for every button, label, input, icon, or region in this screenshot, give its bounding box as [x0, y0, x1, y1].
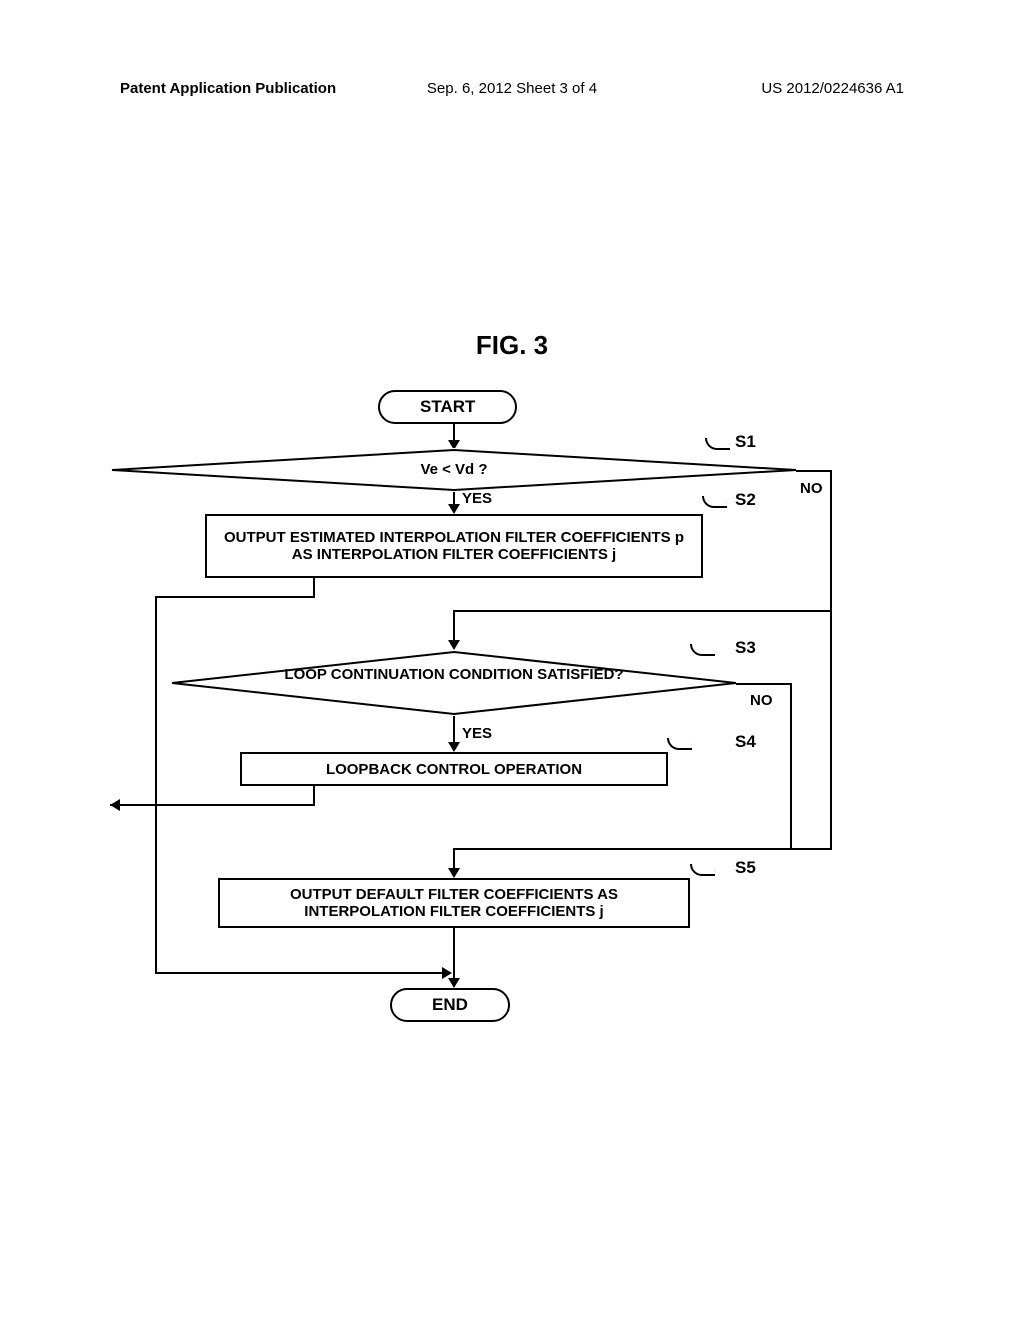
s3-no: NO — [750, 692, 773, 709]
header-publication: Patent Application Publication — [120, 80, 336, 97]
start-terminator: START — [378, 390, 517, 424]
s2-label: S2 — [735, 490, 756, 510]
s4-text: LOOPBACK CONTROL OPERATION — [326, 761, 582, 778]
s5-label: S5 — [735, 858, 756, 878]
flowchart: START Ve < Vd ? S1 YES NO OUTPUT ESTIMAT… — [110, 390, 900, 1010]
arrow-line — [313, 578, 315, 598]
s2-process: OUTPUT ESTIMATED INTERPOLATION FILTER CO… — [205, 514, 703, 578]
s3-text: LOOP CONTINUATION CONDITION SATISFIED? — [170, 666, 738, 683]
figure-title: FIG. 3 — [476, 330, 548, 361]
arrow-line — [454, 610, 832, 612]
s5-text: OUTPUT DEFAULT FILTER COEFFICIENTS AS IN… — [232, 886, 676, 920]
arrow-line — [830, 470, 832, 850]
arrow-line — [453, 610, 455, 644]
diamond-icon — [170, 650, 738, 716]
ref-curve — [667, 738, 692, 750]
end-terminator: END — [390, 988, 510, 1022]
arrow-line — [155, 596, 157, 974]
arrow-line — [454, 848, 832, 850]
s2-text: OUTPUT ESTIMATED INTERPOLATION FILTER CO… — [219, 529, 689, 563]
header-date-sheet: Sep. 6, 2012 Sheet 3 of 4 — [427, 80, 597, 97]
s4-label: S4 — [735, 732, 756, 752]
arrow-line — [736, 683, 792, 685]
ref-curve — [702, 496, 727, 508]
start-label: START — [420, 397, 475, 416]
end-label: END — [432, 995, 468, 1014]
arrow-line — [453, 928, 455, 982]
s1-no: NO — [800, 480, 823, 497]
header-patent-number: US 2012/0224636 A1 — [761, 80, 904, 97]
s1-decision: Ve < Vd ? — [110, 448, 798, 492]
arrow-line — [313, 786, 315, 806]
s5-process: OUTPUT DEFAULT FILTER COEFFICIENTS AS IN… — [218, 878, 690, 928]
arrow-line — [110, 804, 315, 806]
arrow-line — [796, 470, 832, 472]
arrow-line — [790, 683, 792, 850]
ref-curve — [690, 864, 715, 876]
s4-process: LOOPBACK CONTROL OPERATION — [240, 752, 668, 786]
arrow-line — [155, 596, 315, 598]
s3-text-inner: LOOP CONTINUATION CONDITION SATISFIED? — [284, 666, 623, 683]
arrowhead-icon — [448, 978, 460, 988]
arrowhead-icon — [448, 640, 460, 650]
arrowhead-icon — [448, 504, 460, 514]
arrowhead-icon — [110, 799, 120, 811]
s3-decision: LOOP CONTINUATION CONDITION SATISFIED? — [170, 650, 738, 716]
s3-label: S3 — [735, 638, 756, 658]
page-header: Patent Application Publication Sep. 6, 2… — [0, 80, 1024, 97]
s3-yes: YES — [462, 725, 492, 742]
s1-label: S1 — [735, 432, 756, 452]
arrowhead-icon — [448, 742, 460, 752]
s1-yes: YES — [462, 490, 492, 507]
arrow-line — [155, 972, 445, 974]
s1-text: Ve < Vd ? — [110, 461, 798, 478]
arrowhead-icon — [448, 868, 460, 878]
